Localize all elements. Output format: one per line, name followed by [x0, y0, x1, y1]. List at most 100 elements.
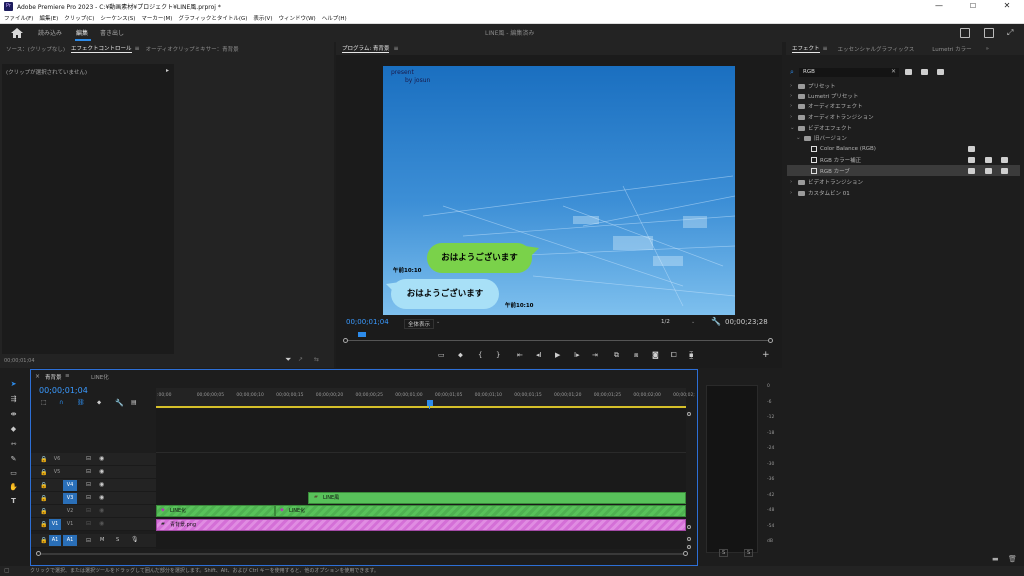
pen-tool-icon[interactable]: ✎ — [8, 455, 19, 464]
program-playhead[interactable] — [358, 332, 366, 337]
sync-lock-icon[interactable]: ⊟ — [86, 468, 91, 475]
fx-item-color-balance-rgb[interactable]: Color Balance (RGB) — [811, 144, 876, 154]
track-header-v4[interactable] — [31, 479, 156, 492]
sequence-menu-icon[interactable]: ≡ — [65, 373, 70, 379]
fx-item-video-effects[interactable]: ⌄ ビデオエフェクト — [790, 123, 852, 133]
hscroll-end-handle[interactable] — [683, 551, 688, 556]
ripple-edit-tool-icon[interactable]: ⇼ — [8, 410, 19, 419]
sync-lock-icon[interactable]: ⊟ — [86, 455, 91, 462]
filter-icon[interactable]: ⏷ — [285, 355, 291, 365]
accelerated-filter-icon[interactable] — [905, 69, 912, 75]
solo-button[interactable]: S — [116, 537, 119, 543]
program-menu-icon[interactable]: ≡ — [393, 45, 398, 52]
menu-graphics[interactable]: グラフィックとタイトル(G) — [178, 14, 247, 22]
quality-select[interactable]: 1/2 — [661, 319, 670, 325]
insert-icon[interactable]: ⧉ — [614, 351, 619, 360]
tab-lumetri-color[interactable]: Lumetri カラー — [932, 45, 971, 53]
clip-line-1[interactable]: ◆ LINE化 — [156, 505, 275, 517]
minimize-button[interactable]: — — [922, 0, 956, 12]
export-frame-icon[interactable]: ↗ — [298, 356, 303, 363]
effects-search-input[interactable]: RGB ✕ — [799, 68, 899, 77]
fx-item-rgb-curves[interactable]: RGB カーブ — [811, 166, 850, 176]
wrench-icon[interactable]: 🔧 — [711, 317, 721, 326]
menu-help[interactable]: ヘルプ(H) — [322, 14, 347, 22]
source-patch-a1[interactable]: A1 — [49, 535, 61, 546]
fx-item-rgb-color-corrector[interactable]: RGB カラー補正 — [811, 155, 861, 165]
eye-icon[interactable]: ◉ — [99, 455, 104, 462]
fx-item-lumetri-presets[interactable]: › Lumetri プリセット — [790, 91, 858, 101]
selection-tool-icon[interactable]: ➤ — [8, 380, 19, 389]
share-icon[interactable] — [984, 28, 994, 38]
track-label-v6[interactable]: V6 — [50, 454, 64, 465]
captions-icon[interactable]: ▤ — [131, 399, 137, 406]
track-label-v1[interactable]: V1 — [63, 519, 77, 530]
safe-margins-icon[interactable]: ▭ — [438, 351, 445, 359]
add-marker-icon[interactable]: ⬥ — [97, 399, 101, 407]
lock-icon[interactable]: 🔒 — [40, 456, 47, 463]
fx-item-video-transitions[interactable]: › ビデオトランジション — [790, 177, 863, 187]
lock-icon[interactable]: 🔒 — [40, 537, 47, 544]
menu-sequence[interactable]: シーケンス(S) — [100, 14, 135, 22]
timeline-playhead-head[interactable] — [427, 400, 433, 406]
32bit-filter-icon[interactable] — [921, 69, 928, 75]
audio-vscroll-bottom[interactable] — [687, 545, 691, 549]
tab-more[interactable]: » — [986, 46, 989, 52]
menu-view[interactable]: 表示(V) — [253, 14, 272, 22]
go-to-in-icon[interactable]: ⇤ — [517, 351, 523, 359]
time-ruler[interactable] — [156, 388, 686, 408]
button-editor-icon[interactable]: + — [762, 350, 770, 360]
step-back-icon[interactable]: ◂I — [536, 351, 542, 359]
proxy-toggle-icon[interactable]: ⧯ — [689, 351, 693, 360]
track-label-v2[interactable]: V2 — [63, 506, 77, 517]
eye-icon[interactable]: ◉ — [99, 481, 104, 488]
tab-audio-clip-mixer[interactable]: オーディオクリップミキサー：青背景 — [146, 45, 239, 53]
quality-dropdown-icon[interactable]: ⌄ — [691, 319, 695, 325]
clip-line-2[interactable]: ◆ LINE化 — [275, 505, 686, 517]
menu-window[interactable]: ウィンドウ(W) — [278, 14, 315, 22]
effects-menu-icon[interactable]: ≡ — [823, 45, 828, 52]
play-icon[interactable]: ▶ — [555, 351, 560, 359]
yuv-filter-icon[interactable] — [937, 69, 944, 75]
track-header-v2[interactable] — [31, 505, 156, 518]
mark-out-icon[interactable]: } — [496, 351, 500, 359]
workspace-tab-import[interactable]: 読み込み — [38, 28, 62, 37]
add-marker-icon[interactable]: ⬥ — [458, 351, 463, 360]
tab-sequence-blue-bg[interactable]: 青背景 — [45, 373, 62, 381]
mute-button[interactable]: M — [100, 537, 104, 543]
program-timecode[interactable]: 00;00;01;04 — [346, 318, 389, 326]
timeline-settings-icon[interactable]: 🔧 — [115, 399, 124, 407]
snap-icon[interactable]: ∩ — [59, 399, 63, 406]
menu-marker[interactable]: マーカー(M) — [141, 14, 172, 22]
step-forward-icon[interactable]: I▸ — [574, 351, 580, 359]
eye-icon[interactable]: ◉ — [99, 520, 104, 527]
clip-line-style[interactable]: ▰ LINE風 — [308, 492, 686, 504]
tab-source[interactable]: ソース：(クリップなし) — [6, 45, 65, 53]
tab-effects[interactable]: エフェクト — [792, 44, 820, 53]
tab-essential-graphics[interactable]: エッセンシャルグラフィックス — [838, 45, 915, 53]
loop-icon[interactable]: ⇆ — [314, 356, 319, 363]
lock-icon[interactable]: 🔒 — [40, 482, 47, 489]
sync-lock-icon[interactable]: ⊟ — [86, 507, 91, 514]
scrubber-start-handle[interactable] — [343, 338, 348, 343]
program-scrubber-track[interactable] — [345, 340, 773, 341]
vscroll-top-handle[interactable] — [687, 412, 691, 416]
clear-search-icon[interactable]: ✕ — [891, 68, 896, 75]
track-label-a1[interactable]: A1 — [63, 535, 77, 546]
close-button[interactable]: ✕ — [990, 0, 1024, 12]
lock-icon[interactable]: 🔒 — [40, 469, 47, 476]
hscroll-start-handle[interactable] — [36, 551, 41, 556]
eye-icon[interactable]: ◉ — [99, 468, 104, 475]
fit-dropdown-icon[interactable]: ⌄ — [436, 319, 440, 325]
home-icon[interactable] — [11, 28, 23, 38]
timeline-timecode[interactable]: 00;00;01;04 — [39, 386, 88, 395]
track-label-v4[interactable]: V4 — [63, 480, 77, 491]
fx-item-custom-bin[interactable]: › カスタムビン 01 — [790, 188, 850, 198]
fx-item-audio-transitions[interactable]: › オーディオトランジション — [790, 112, 874, 122]
scrubber-end-handle[interactable] — [768, 338, 773, 343]
lock-icon[interactable]: 🔒 — [40, 508, 47, 515]
linked-selection-icon[interactable]: ⛓ — [77, 399, 85, 406]
tab-effect-controls[interactable]: エフェクトコントロール — [71, 44, 132, 53]
lock-icon[interactable]: 🔒 — [40, 495, 47, 502]
timeline-hscrollbar[interactable] — [38, 553, 686, 555]
tab-program[interactable]: プログラム: 青背景 — [342, 44, 390, 53]
